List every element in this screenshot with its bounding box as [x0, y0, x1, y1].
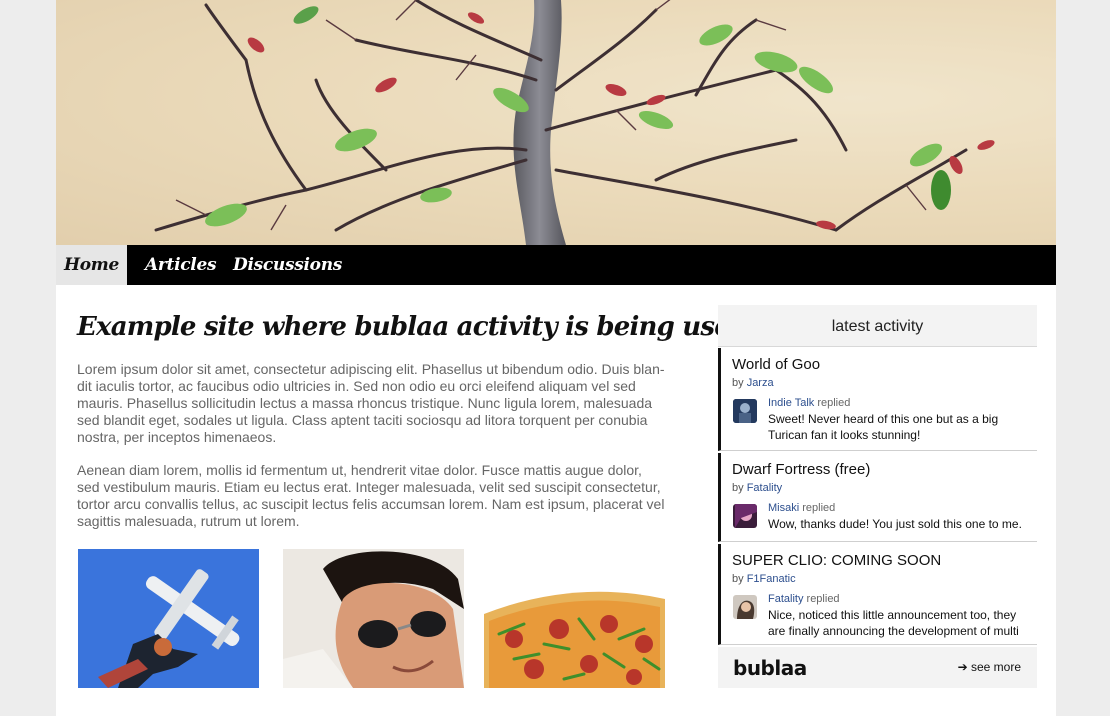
avatar-image — [733, 399, 757, 423]
user-avatar[interactable] — [733, 399, 757, 423]
man-sunglasses-image[interactable] — [283, 549, 464, 688]
user-avatar[interactable] — [733, 504, 757, 528]
nav-item-discussions[interactable]: Discussions — [233, 245, 342, 285]
widget-title: latest activity — [718, 305, 1037, 347]
bublaa-logo[interactable]: bublaa — [733, 656, 807, 680]
reply-meta: Misaki replied — [768, 502, 835, 514]
by-label: by — [732, 573, 744, 585]
latest-activity-widget: latest activity World of Goo by Jarza In… — [718, 305, 1037, 688]
activity-title[interactable]: Dwarf Fortress (free) — [732, 461, 870, 478]
see-more-link[interactable]: ➔ see more — [958, 660, 1021, 674]
activity-byline: by Jarza — [732, 377, 774, 389]
author-link[interactable]: F1Fanatic — [747, 573, 796, 585]
activity-byline: by F1Fanatic — [732, 573, 796, 585]
body-paragraph-1: Lorem ipsum dolor sit amet, consectetur … — [77, 361, 665, 445]
activity-item[interactable]: Dwarf Fortress (free) by Fatality Misaki… — [718, 453, 1037, 542]
reply-meta: Indie Talk replied — [768, 397, 850, 409]
by-label: by — [732, 482, 744, 494]
man-portrait-illustration — [283, 549, 464, 688]
replied-label: replied — [806, 593, 840, 605]
main-navigation: Home Articles Discussions — [56, 245, 1056, 285]
page: Home Articles Discussions Example site w… — [56, 0, 1056, 716]
skydiver-illustration — [78, 549, 259, 688]
by-label: by — [732, 377, 744, 389]
reply-user-link[interactable]: Indie Talk — [768, 397, 814, 409]
page-title: Example site where bublaa activity is be… — [77, 312, 748, 342]
reply-user-link[interactable]: Misaki — [768, 502, 799, 514]
replied-label: replied — [802, 502, 836, 514]
replied-label: replied — [817, 397, 851, 409]
arrow-right-icon: ➔ — [957, 660, 968, 674]
author-link[interactable]: Jarza — [747, 377, 774, 389]
avatar-image — [733, 595, 757, 619]
reply-meta: Fatality replied — [768, 593, 840, 605]
reply-text: Nice, noticed this little announcement t… — [768, 608, 1019, 638]
widget-footer: bublaa ➔ see more — [718, 647, 1037, 688]
skydiver-image[interactable] — [78, 549, 259, 688]
pizza-image[interactable] — [484, 549, 665, 688]
user-avatar[interactable] — [733, 595, 757, 619]
body-paragraph-2: Aenean diam lorem, mollis id fermentum u… — [77, 462, 665, 529]
activity-item[interactable]: SUPER CLIO: COMING SOON by F1Fanatic Fat… — [718, 544, 1037, 645]
hero-banner-image — [56, 0, 1056, 245]
reply-text: Sweet! Never heard of this one but as a … — [768, 412, 999, 442]
reply-text: Wow, thanks dude! You just sold this one… — [768, 517, 1022, 531]
see-more-label: see more — [970, 660, 1021, 674]
reply-user-link[interactable]: Fatality — [768, 593, 803, 605]
activity-item[interactable]: World of Goo by Jarza Indie Talk replied… — [718, 348, 1037, 451]
nav-item-articles[interactable]: Articles — [145, 245, 217, 285]
activity-byline: by Fatality — [732, 482, 782, 494]
avatar-image — [733, 504, 757, 528]
activity-title[interactable]: SUPER CLIO: COMING SOON — [732, 552, 941, 569]
author-link[interactable]: Fatality — [747, 482, 782, 494]
pizza-illustration — [484, 549, 665, 688]
nav-item-home[interactable]: Home — [56, 245, 127, 285]
bonsai-tree-illustration — [56, 0, 1056, 245]
activity-title[interactable]: World of Goo — [732, 356, 820, 373]
